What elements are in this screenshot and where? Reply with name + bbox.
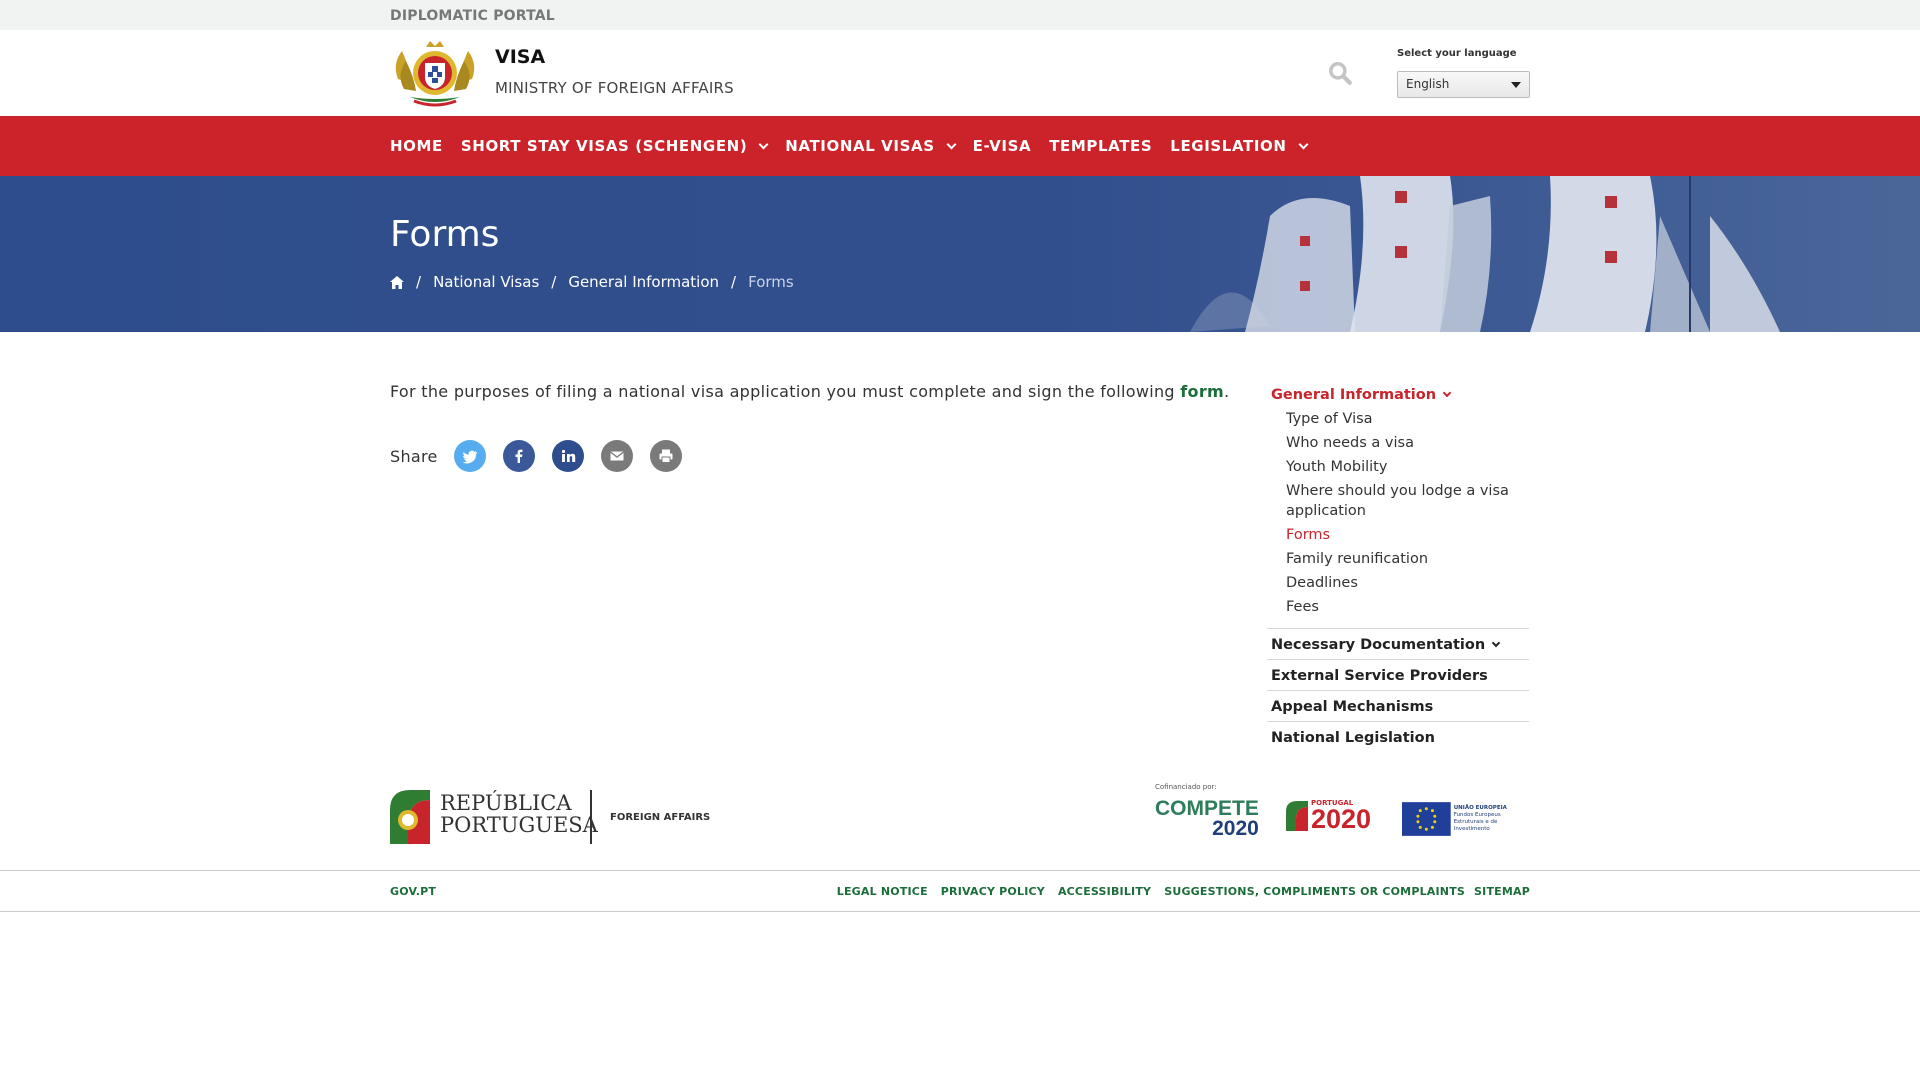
breadcrumb: / National Visas / General Information /…: [390, 273, 1530, 291]
breadcrumb-separator: /: [731, 273, 737, 291]
language-label: Select your language: [1397, 48, 1517, 59]
sidebar-heading-external-service-providers: External Service Providers: [1271, 668, 1488, 684]
nav-national-visas[interactable]: NATIONAL VISAS: [785, 137, 957, 155]
portugal-2020-emblem-icon: [1286, 801, 1308, 831]
chevron-down-icon: [1298, 139, 1308, 150]
caret-down-icon: [1511, 82, 1521, 88]
chevron-down-icon: [1491, 638, 1501, 648]
site-subtitle: MINISTRY OF FOREIGN AFFAIRS: [495, 79, 734, 97]
share-twitter-button[interactable]: [453, 440, 486, 472]
republica-text: REPÚBLICA PORTUGUESA: [440, 791, 598, 837]
accessibility-link[interactable]: ACCESSIBILITY: [1058, 885, 1151, 898]
breadcrumb-national-visas[interactable]: National Visas: [433, 273, 539, 291]
sidebar-item-fees[interactable]: Fees: [1286, 597, 1529, 617]
breadcrumb-separator: /: [551, 273, 557, 291]
cofinanced-label: Cofinanciado por:: [1155, 783, 1217, 791]
sidebar-item-youth-mobility[interactable]: Youth Mobility: [1286, 457, 1529, 477]
compete-2020-logo[interactable]: COMPETE 2020: [1155, 798, 1259, 839]
form-link[interactable]: form: [1180, 382, 1224, 401]
facebook-icon: [515, 449, 523, 463]
eu-flag-icon: [1402, 802, 1451, 836]
sidebar-heading-general-information[interactable]: General Information: [1271, 387, 1529, 403]
sidebar-item-forms[interactable]: Forms: [1286, 525, 1529, 545]
sidebar-nav: General Information Type of Visa Who nee…: [1267, 384, 1529, 752]
language-select[interactable]: English: [1397, 71, 1530, 98]
sidebar-sublist: Type of Visa Who needs a visa Youth Mobi…: [1271, 403, 1529, 617]
chevron-down-icon: [1442, 388, 1452, 398]
share-facebook-button[interactable]: [502, 440, 535, 472]
sidebar-section-national-legislation[interactable]: National Legislation: [1267, 722, 1529, 752]
sidebar-item-where-to-lodge[interactable]: Where should you lodge a visa applicatio…: [1286, 481, 1529, 521]
home-icon[interactable]: [390, 275, 404, 289]
sitemap-link[interactable]: SITEMAP: [1474, 885, 1530, 898]
sidebar-item-family-reunification[interactable]: Family reunification: [1286, 549, 1529, 569]
sidebar-section-appeal-mechanisms[interactable]: Appeal Mechanisms: [1267, 691, 1529, 722]
sidebar-heading-necessary-documentation: Necessary Documentation: [1271, 637, 1486, 653]
sidebar-heading-national-legislation: National Legislation: [1271, 730, 1435, 746]
footer-logos: REPÚBLICA PORTUGUESA FOREIGN AFFAIRS Cof…: [0, 777, 1920, 870]
share-bar: Share: [390, 440, 699, 472]
chevron-down-icon: [758, 139, 769, 150]
portugal-2020-logo[interactable]: PORTUGAL 2020: [1286, 799, 1371, 833]
language-value: English: [1406, 77, 1450, 91]
nav-legislation[interactable]: LEGISLATION: [1170, 137, 1308, 155]
nav-short-stay-visas[interactable]: SHORT STAY VISAS (SCHENGEN): [461, 137, 769, 155]
share-print-button[interactable]: [649, 440, 682, 472]
main-content: For the purposes of filing a national vi…: [0, 332, 1920, 777]
sidebar-item-deadlines[interactable]: Deadlines: [1286, 573, 1529, 593]
privacy-policy-link[interactable]: PRIVACY POLICY: [941, 885, 1045, 898]
nav-home[interactable]: HOME: [390, 137, 443, 155]
main-nav: HOME SHORT STAY VISAS (SCHENGEN) NATIONA…: [0, 116, 1920, 176]
legal-notice-link[interactable]: LEGAL NOTICE: [837, 885, 928, 898]
nav-templates[interactable]: TEMPLATES: [1049, 137, 1152, 155]
sidebar-item-who-needs-a-visa[interactable]: Who needs a visa: [1286, 433, 1529, 453]
footer-links-bar: GOV.PT LEGAL NOTICE PRIVACY POLICY ACCES…: [0, 870, 1920, 912]
foreign-affairs-label: FOREIGN AFFAIRS: [610, 812, 711, 823]
breadcrumb-current: Forms: [748, 273, 794, 291]
email-icon: [609, 451, 624, 461]
breadcrumb-general-information[interactable]: General Information: [568, 273, 719, 291]
sidebar-section-general-information: General Information Type of Visa Who nee…: [1267, 384, 1529, 629]
suggestions-link[interactable]: SUGGESTIONS, COMPLIMENTS OR COMPLAINTS: [1164, 885, 1465, 898]
print-icon: [659, 449, 673, 463]
flag-emblem-icon: [390, 790, 430, 844]
chevron-down-icon: [946, 139, 957, 150]
eu-funds-logo[interactable]: UNIÃO EUROPEIA Fundos Europeus Estrutura…: [1402, 801, 1530, 837]
intro-text: For the purposes of filing a national vi…: [390, 382, 1230, 401]
coat-of-arms-logo[interactable]: [390, 39, 480, 107]
sidebar-heading-appeal-mechanisms: Appeal Mechanisms: [1271, 699, 1434, 715]
sidebar-item-type-of-visa[interactable]: Type of Visa: [1286, 409, 1529, 429]
linkedin-icon: [561, 449, 575, 462]
share-label: Share: [390, 446, 438, 466]
footer-links: LEGAL NOTICE PRIVACY POLICY ACCESSIBILIT…: [824, 885, 1530, 898]
share-email-button[interactable]: [600, 440, 633, 472]
share-linkedin-button[interactable]: [551, 440, 584, 472]
portal-label: DIPLOMATIC PORTAL: [390, 8, 555, 24]
gov-pt-link[interactable]: GOV.PT: [390, 885, 436, 898]
page-banner: Forms / National Visas / General Informa…: [0, 176, 1920, 332]
site-title[interactable]: VISA: [495, 46, 545, 68]
sidebar-section-necessary-documentation[interactable]: Necessary Documentation: [1267, 629, 1529, 660]
sidebar-section-external-service-providers[interactable]: External Service Providers: [1267, 660, 1529, 691]
site-header: VISA MINISTRY OF FOREIGN AFFAIRS Select …: [0, 30, 1920, 116]
logo-divider: [590, 790, 592, 844]
breadcrumb-separator: /: [416, 273, 422, 291]
search-icon[interactable]: [1327, 60, 1353, 86]
twitter-icon: [462, 450, 477, 464]
top-strip: DIPLOMATIC PORTAL: [0, 0, 1920, 30]
page-title: Forms: [390, 214, 500, 255]
nav-e-visa[interactable]: E-VISA: [973, 137, 1032, 155]
